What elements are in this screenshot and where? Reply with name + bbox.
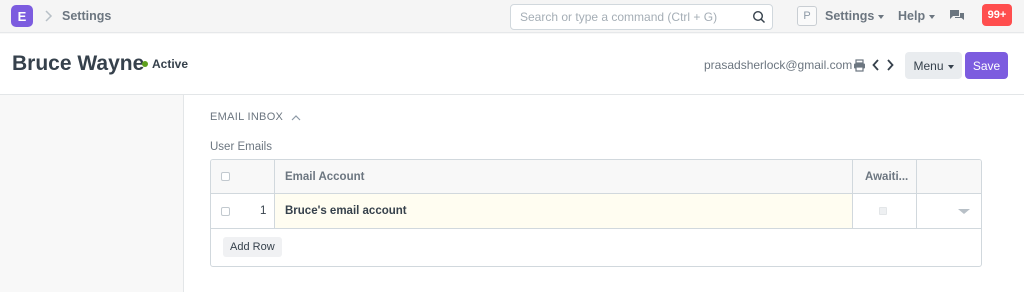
section-header-email-inbox[interactable]: EMAIL INBOX: [210, 111, 301, 123]
menu-button[interactable]: Menu: [905, 52, 962, 79]
search-input[interactable]: [511, 5, 741, 29]
table-header-row: Email Account Awaiti...: [211, 160, 981, 194]
help-dropdown[interactable]: Help: [898, 9, 936, 23]
section-title: EMAIL INBOX: [210, 111, 284, 123]
user-emails-table: Email Account Awaiti... 1 Bruce's email …: [210, 159, 982, 267]
page-header: Bruce Wayne Active prasadsherlock@gmail.…: [0, 34, 1024, 95]
search-bar[interactable]: [510, 4, 773, 30]
row-actions-cell[interactable]: [917, 194, 981, 228]
column-header-actions: [917, 160, 981, 193]
chevron-left-icon[interactable]: [871, 58, 881, 72]
settings-dropdown-label: Settings: [825, 9, 875, 23]
menu-button-label: Menu: [913, 58, 944, 73]
chat-icon[interactable]: [949, 8, 965, 24]
row-check-cell: 1: [211, 194, 275, 228]
caret-down-icon: [947, 64, 954, 69]
column-header-label: Awaiti...: [865, 170, 909, 183]
row-checkbox[interactable]: [221, 206, 230, 216]
chevron-right-icon: [45, 10, 53, 22]
app-logo[interactable]: E: [11, 5, 33, 27]
status-badge: Active: [152, 57, 189, 71]
navbar: E Settings P Settings Help 99+: [0, 0, 1024, 33]
table-row[interactable]: 1 Bruce's email account: [211, 194, 981, 229]
save-button[interactable]: Save: [965, 52, 1008, 79]
status-indicator: [142, 61, 148, 67]
row-index: 1: [260, 205, 267, 217]
caret-down-icon: [878, 15, 885, 19]
breadcrumb-settings[interactable]: Settings: [62, 9, 111, 23]
notification-badge[interactable]: 99+: [982, 4, 1012, 26]
print-icon[interactable]: [853, 59, 866, 72]
chevron-up-icon[interactable]: [291, 114, 301, 121]
select-all-checkbox[interactable]: [221, 172, 230, 181]
user-email: prasadsherlock@gmail.com: [704, 58, 853, 72]
form-section: EMAIL INBOX User Emails Email Account Aw…: [183, 95, 1024, 292]
caret-down-icon[interactable]: [958, 208, 970, 214]
chevron-right-icon[interactable]: [885, 58, 895, 72]
column-header-email-account: Email Account: [275, 160, 853, 193]
help-dropdown-label: Help: [898, 9, 926, 23]
caret-down-icon: [929, 15, 936, 19]
awaiting-checkbox[interactable]: [879, 207, 887, 215]
header-checkbox-cell: [211, 160, 275, 193]
add-row-button[interactable]: Add Row: [223, 237, 282, 257]
awaiting-cell[interactable]: [853, 194, 917, 228]
email-account-cell[interactable]: Bruce's email account: [275, 194, 853, 228]
avatar[interactable]: P: [797, 6, 817, 26]
field-label-user-emails: User Emails: [210, 141, 272, 153]
column-header-label: Email Account: [285, 170, 365, 183]
email-account-value: Bruce's email account: [285, 205, 407, 217]
page-title: Bruce Wayne: [12, 52, 145, 75]
column-header-awaiting: Awaiti...: [853, 160, 917, 193]
search-icon[interactable]: [752, 10, 766, 24]
settings-dropdown[interactable]: Settings: [825, 9, 885, 23]
